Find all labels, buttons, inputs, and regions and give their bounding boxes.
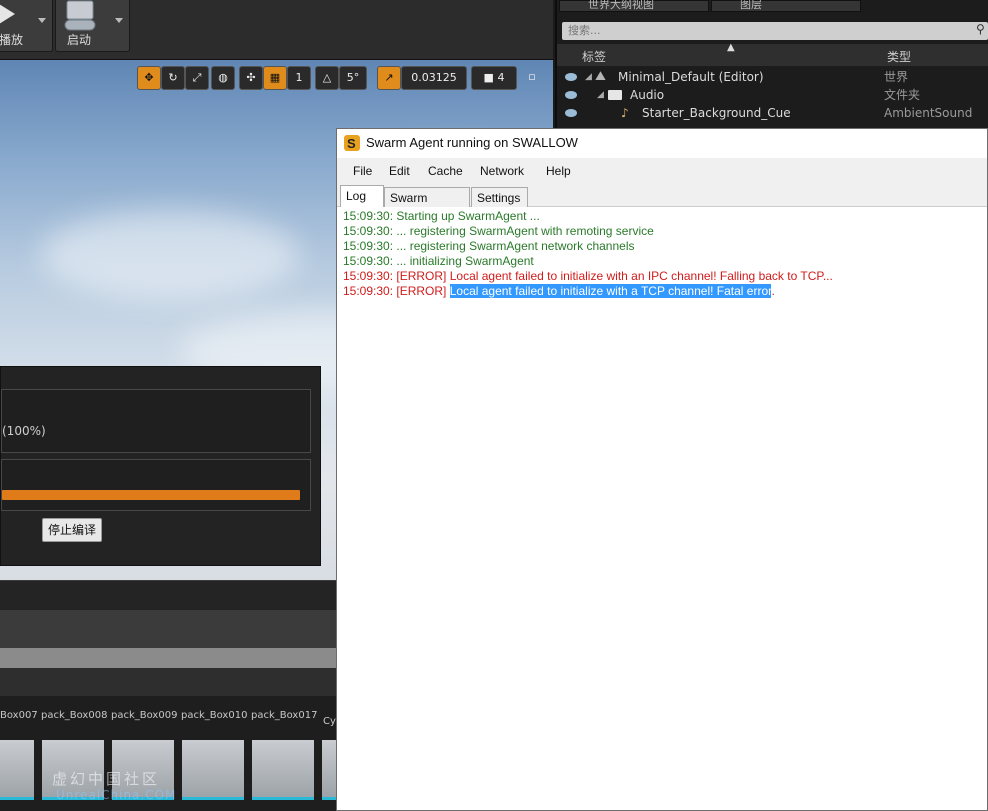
translate-tool-button[interactable]: ✥ [137,66,161,90]
outliner-row[interactable]: ◢ ⛰ Minimal_Default (Editor) 世界 [557,68,988,86]
asset-thumbnail[interactable] [252,740,314,800]
menu-cache[interactable]: Cache [428,164,463,178]
chevron-down-icon[interactable] [38,18,46,23]
asset-label[interactable]: pack_Box017 [251,710,317,721]
angle-snap-value[interactable]: 5° [339,66,367,90]
watermark-en: UnrealChina.COM [56,788,177,802]
asset-label[interactable]: Cy [323,716,336,727]
grid-snap-button[interactable]: ▦ [263,66,287,90]
visibility-eye-icon[interactable] [565,73,577,81]
scale-snap-button[interactable]: ↗ [377,66,401,90]
visibility-eye-icon[interactable] [565,109,577,117]
tab-layers[interactable]: 图层 [711,0,861,12]
log-line: 15:09:30: Starting up SwarmAgent ... [343,209,540,223]
rotate-tool-button[interactable]: ↻ [161,66,185,90]
svg-text:S: S [347,136,356,151]
log-line: 15:09:30: ... registering SwarmAgent wit… [343,224,654,238]
visibility-eye-icon[interactable] [565,91,577,99]
column-label[interactable]: 标签 [582,48,606,65]
outliner-search-input[interactable]: 搜索... [562,22,988,40]
tab-settings[interactable]: Settings [471,187,528,207]
outliner-row-type: 文件夹 [884,88,921,102]
launch-icon [64,0,96,31]
stop-compile-button[interactable]: 停止编译 [42,518,102,542]
tab-bar: Log Swarm Status Settings [337,184,987,225]
launch-button[interactable]: 启动 [55,0,130,52]
column-type[interactable]: 类型 [887,48,911,65]
expand-arrow-icon[interactable]: ◢ [585,68,592,86]
outliner-row-label: Audio [630,88,665,102]
outliner-header: 标签 ▲ 类型 [557,42,988,66]
world-icon: ⛰ [595,69,606,84]
asset-label[interactable]: Box007 [0,710,38,721]
progress-text-box: (100%) [1,389,311,453]
tab-log[interactable]: Log [340,185,384,208]
menu-bar: File Edit Cache Network Help [337,158,987,184]
content-browser: Box007 pack_Box008 pack_Box009 pack_Box0… [0,696,336,811]
tab-label: 图层 [740,0,762,11]
tab-swarm-status[interactable]: Swarm Status [384,187,470,225]
outliner-row-type: AmbientSound [884,106,973,120]
scale-snap-value[interactable]: 0.03125 [401,66,467,90]
log-line: 15:09:30: ... initializing SwarmAgent [343,254,534,268]
panel-strip [0,580,336,610]
camera-icon: ■ [483,71,498,84]
surface-snap-button[interactable]: ✣ [239,66,263,90]
log-textbox[interactable]: 15:09:30: Starting up SwarmAgent ... 15:… [337,207,987,810]
log-suffix: . [771,284,775,298]
progress-percent: (100%) [2,424,46,438]
progress-bar-fill [2,490,300,500]
menu-edit[interactable]: Edit [389,164,410,178]
panel-strip [0,610,336,648]
panel-strip [0,668,336,696]
outliner-row-label: Starter_Background_Cue [642,106,791,120]
panel-divider [0,648,336,668]
grid-snap-value[interactable]: 1 [287,66,311,90]
world-local-icon[interactable]: ◍ [211,66,235,90]
asset-label[interactable]: pack_Box008 [41,710,107,721]
outliner-row[interactable]: ◢ Audio 文件夹 [557,86,988,104]
log-line-error: 15:09:30: [ERROR] Local agent failed to … [343,269,833,283]
menu-help[interactable]: Help [546,164,571,178]
play-icon [0,4,15,24]
selected-text[interactable]: Local agent failed to initialize with a … [449,284,772,298]
progress-bar-box [1,459,311,511]
menu-file[interactable]: File [353,164,372,178]
scale-tool-button[interactable]: ⤢ [185,66,209,90]
play-button[interactable]: 播放 [0,0,53,52]
outliner-row-type: 世界 [884,70,909,84]
menu-network[interactable]: Network [480,164,524,178]
search-icon: ⚲ [976,22,985,36]
angle-snap-button[interactable]: △ [315,66,339,90]
folder-icon [608,90,622,100]
swarm-agent-window: S Swarm Agent running on SWALLOW File Ed… [336,128,988,811]
asset-label[interactable]: pack_Box010 [181,710,247,721]
log-prefix: 15:09:30: [ERROR] [343,284,450,298]
ambient-sound-icon: ♪ [621,106,629,120]
outliner-row-label: Minimal_Default (Editor) [618,70,764,84]
maximize-icon[interactable]: ▫ [525,66,539,90]
tab-world-outliner[interactable]: 世界大纲视图 [559,0,709,12]
play-label: 播放 [0,33,24,47]
editor-toolbar: 播放 启动 [0,0,553,60]
outliner-row[interactable]: ♪ Starter_Background_Cue AmbientSound [557,104,988,122]
watermark-cn: 虚幻中国社区 [52,770,161,788]
sort-up-icon: ▲ [727,42,735,53]
asset-thumbnail[interactable] [182,740,244,800]
tab-label: 世界大纲视图 [588,0,654,11]
expand-arrow-icon[interactable]: ◢ [597,86,604,104]
window-titlebar[interactable]: S Swarm Agent running on SWALLOW [337,129,987,157]
log-line: 15:09:30: ... registering SwarmAgent net… [343,239,635,253]
swarm-app-icon: S [344,135,360,151]
camera-speed-button[interactable]: ■ 4 [471,66,517,90]
window-title: Swarm Agent running on SWALLOW [366,135,578,150]
launch-label: 启动 [67,33,92,47]
log-line-error: 15:09:30: [ERROR] Local agent failed to … [343,284,981,299]
camera-speed-value: 4 [497,71,505,84]
compile-progress-dialog: (100%) 停止编译 [0,366,321,566]
asset-label[interactable]: pack_Box009 [111,710,177,721]
asset-thumbnail[interactable] [322,740,336,800]
chevron-down-icon[interactable] [115,18,123,23]
asset-thumbnail[interactable] [0,740,34,800]
